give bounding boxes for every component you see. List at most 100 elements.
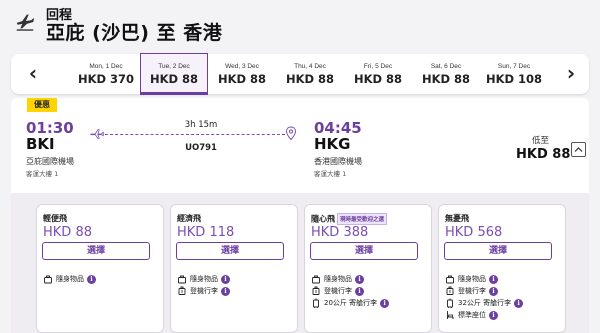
info-icon[interactable]: i bbox=[221, 274, 230, 284]
fare-price: HKD 388 bbox=[311, 225, 369, 240]
date-selector: ‹ Mon, 1 Dec HKD 370 Tue, 2 Dec HKD 88 Wed, … bbox=[11, 53, 589, 95]
seat-icon bbox=[445, 310, 455, 320]
departure-terminal: 客運大樓 1 bbox=[26, 170, 59, 178]
chevron-right-icon[interactable]: › bbox=[559, 62, 583, 86]
fare-feature: 登機行李 i bbox=[445, 286, 498, 297]
date-tab[interactable]: Tue, 2 Dec HKD 88 bbox=[140, 53, 208, 95]
fare-feature: 隨身物品 i bbox=[311, 274, 364, 285]
flight-number: UO791 bbox=[185, 143, 217, 153]
fare-price: HKD 118 bbox=[177, 225, 235, 240]
date-tab-price: HKD 88 bbox=[421, 72, 471, 86]
fare-feature: 標準座位 i bbox=[445, 310, 498, 321]
departure-code: BKI bbox=[26, 135, 55, 153]
chevron-up-icon bbox=[574, 147, 583, 152]
date-tab[interactable]: Sun, 7 Dec HKD 108 bbox=[480, 54, 548, 94]
fare-feature-text: 標準座位 bbox=[458, 311, 486, 319]
date-tab[interactable]: Mon, 1 Dec HKD 370 bbox=[72, 54, 140, 94]
fare-feature: 登機行李 i bbox=[177, 286, 230, 297]
date-tab-price: HKD 88 bbox=[285, 72, 335, 86]
date-tab-date: Tue, 2 Dec bbox=[158, 63, 190, 70]
fare-name-text: 輕便飛 bbox=[43, 214, 67, 223]
date-tab[interactable]: Sat, 6 Dec HKD 88 bbox=[412, 54, 480, 94]
fare-feature-text: 隨身物品 bbox=[56, 275, 84, 283]
info-icon[interactable]: i bbox=[355, 286, 364, 296]
page-header: 回程 亞庇 (沙巴) 至 香港 bbox=[0, 0, 600, 48]
date-tab-price: HKD 88 bbox=[217, 72, 267, 86]
date-tab-date: Fri, 5 Dec bbox=[363, 63, 393, 70]
fare-feature-text: 20公斤 寄艙行李 bbox=[324, 299, 378, 307]
fare-feature: 隨身物品 i bbox=[177, 274, 230, 285]
flight-duration: 3h 15m bbox=[184, 120, 218, 130]
date-tab-price: HKD 108 bbox=[485, 72, 543, 86]
lowest-price-label: 低至 bbox=[532, 136, 550, 146]
fare-card[interactable]: 隨心飛 現時最受歡迎之選 HKD 388 選擇 隨身物品 i 登機行李 i 20公斤 寄艙行李 i bbox=[304, 204, 432, 333]
select-fare-button[interactable]: 選擇 bbox=[444, 242, 552, 260]
arrival-terminal: 客運大樓 1 bbox=[314, 170, 347, 178]
cabin-bag-icon bbox=[311, 286, 321, 296]
fare-price: HKD 568 bbox=[445, 225, 503, 240]
info-icon[interactable]: i bbox=[380, 298, 390, 308]
fare-feature-text: 登機行李 bbox=[190, 287, 218, 295]
fare-name: 輕便飛 bbox=[43, 213, 67, 224]
date-tab-price: HKD 370 bbox=[77, 72, 135, 86]
popular-tag: 現時最受歡迎之選 bbox=[337, 213, 388, 225]
date-tab-date: Sat, 6 Dec bbox=[430, 63, 462, 70]
info-icon[interactable]: i bbox=[221, 286, 230, 296]
bag-icon bbox=[445, 274, 455, 284]
fare-feature-text: 登機行李 bbox=[324, 287, 352, 295]
info-icon[interactable]: i bbox=[87, 274, 96, 284]
fare-card[interactable]: 無憂飛 HKD 568 選擇 隨身物品 i 登機行李 i 32公斤 寄艙行李 i 標準座位 i bbox=[438, 204, 566, 333]
destination-pin-icon bbox=[285, 126, 297, 141]
info-icon[interactable]: i bbox=[489, 274, 498, 284]
chevron-left-icon[interactable]: ‹ bbox=[21, 62, 45, 86]
fare-feature-text: 32公斤 寄艙行李 bbox=[458, 299, 512, 307]
date-tab-price: HKD 88 bbox=[149, 72, 199, 86]
suitcase-icon bbox=[445, 298, 455, 308]
fare-feature-text: 登機行李 bbox=[458, 287, 486, 295]
fare-feature: 隨身物品 i bbox=[445, 274, 498, 285]
promo-badge: 優惠 bbox=[27, 98, 57, 112]
fare-card[interactable]: 輕便飛 HKD 88 選擇隨身物品 i bbox=[36, 204, 164, 333]
fare-card[interactable]: 經濟飛 HKD 118 選擇 隨身物品 i 登機行李 i bbox=[170, 204, 298, 333]
fare-name: 經濟飛 bbox=[177, 213, 201, 224]
info-icon[interactable]: i bbox=[355, 274, 364, 284]
select-fare-button[interactable]: 選擇 bbox=[42, 242, 150, 260]
fare-feature: 32公斤 寄艙行李 i bbox=[445, 298, 524, 309]
fare-feature-text: 隨身物品 bbox=[190, 275, 218, 283]
page-title: 亞庇 (沙巴) 至 香港 bbox=[46, 22, 223, 44]
select-fare-button[interactable]: 選擇 bbox=[176, 242, 284, 260]
date-tab-date: Wed, 3 Dec bbox=[225, 63, 259, 70]
fare-name: 隨心飛 現時最受歡迎之選 bbox=[311, 213, 388, 225]
fare-name: 無憂飛 bbox=[445, 213, 469, 224]
info-icon[interactable]: i bbox=[514, 298, 524, 308]
fare-price: HKD 88 bbox=[43, 225, 92, 240]
date-tab-price: HKD 88 bbox=[353, 72, 403, 86]
bag-icon bbox=[177, 274, 187, 284]
cabin-bag-icon bbox=[177, 286, 187, 296]
return-flight-icon bbox=[16, 14, 35, 31]
date-tab[interactable]: Fri, 5 Dec HKD 88 bbox=[344, 54, 412, 94]
select-fare-button[interactable]: 選擇 bbox=[310, 242, 418, 260]
arrival-code: HKG bbox=[314, 135, 351, 153]
departure-airport: 亞庇國際機場 bbox=[26, 157, 74, 166]
date-tab-date: Thu, 4 Dec bbox=[294, 63, 326, 70]
fare-feature-text: 隨身物品 bbox=[324, 275, 352, 283]
fare-name-text: 無憂飛 bbox=[445, 214, 469, 223]
date-tab[interactable]: Wed, 3 Dec HKD 88 bbox=[208, 54, 276, 94]
bag-icon bbox=[311, 274, 321, 284]
collapse-button[interactable] bbox=[571, 142, 586, 157]
date-tab[interactable]: Thu, 4 Dec HKD 88 bbox=[276, 54, 344, 94]
route-line bbox=[105, 134, 285, 136]
takeoff-plane-icon bbox=[90, 129, 104, 139]
lowest-price: HKD 88 bbox=[516, 147, 571, 162]
arrival-airport: 香港國際機場 bbox=[314, 157, 362, 166]
info-icon[interactable]: i bbox=[489, 286, 498, 296]
suitcase-icon bbox=[311, 298, 321, 308]
info-icon[interactable]: i bbox=[489, 310, 498, 320]
cabin-bag-icon bbox=[445, 286, 455, 296]
bag-icon bbox=[43, 274, 53, 284]
fare-name-text: 經濟飛 bbox=[177, 214, 201, 223]
date-tab-date: Sun, 7 Dec bbox=[497, 63, 531, 70]
fare-name-text: 隨心飛 bbox=[311, 214, 335, 224]
fare-feature: 隨身物品 i bbox=[43, 274, 96, 285]
